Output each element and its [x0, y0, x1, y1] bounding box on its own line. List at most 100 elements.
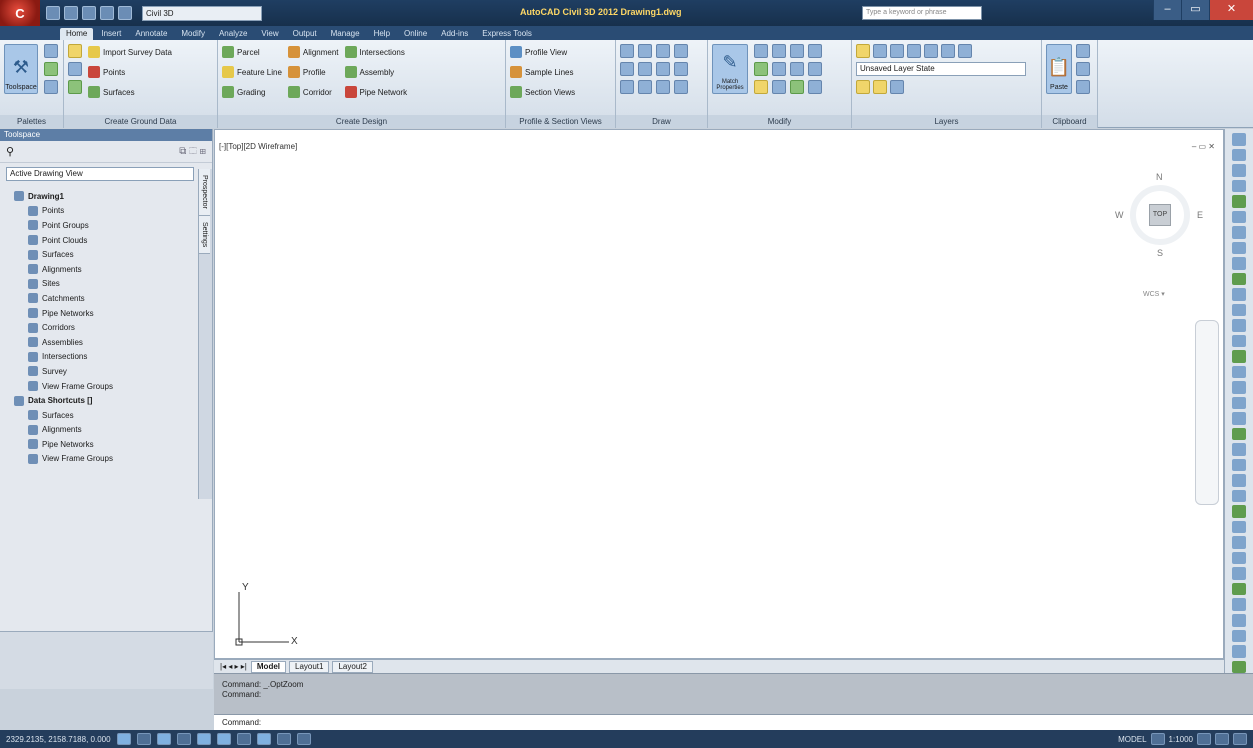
grading-button[interactable]: Grading — [222, 84, 282, 100]
layout-tab-layout2[interactable]: Layout2 — [332, 660, 373, 673]
search-input[interactable]: Type a keyword or phrase — [862, 6, 982, 20]
panel-title-palettes[interactable]: Palettes — [0, 115, 63, 128]
ellipse-icon[interactable] — [620, 80, 634, 94]
drawing-viewport[interactable]: [-][Top][2D Wireframe] – ▭ ✕ TOP N S E W… — [214, 129, 1224, 659]
steering-wheel-icon[interactable] — [1232, 272, 1246, 286]
palette-options-icon[interactable]: ⧉ ⬚ ⊞ — [179, 146, 206, 157]
panel-title-profile[interactable]: Profile & Section Views — [506, 115, 615, 128]
insert-icon[interactable] — [1232, 598, 1246, 611]
copy-base-icon[interactable] — [1076, 80, 1090, 94]
showmotion-icon[interactable] — [1232, 288, 1246, 301]
dynamic-ucs-icon[interactable] — [256, 733, 271, 745]
profile-view-button[interactable]: Profile View — [510, 44, 611, 60]
tree-item[interactable]: Point Clouds — [10, 233, 196, 248]
points-button[interactable]: Points — [88, 64, 172, 80]
zoom-realtime-icon[interactable] — [1232, 350, 1246, 363]
viewcube[interactable]: TOP N S E W — [1115, 170, 1205, 260]
copy-icon[interactable] — [808, 44, 822, 58]
regen-icon[interactable] — [1232, 365, 1246, 379]
vtab-settings[interactable]: Settings — [199, 215, 210, 255]
tab-help[interactable]: Help — [368, 28, 396, 40]
tree-item[interactable]: Drawing1 — [10, 189, 196, 204]
list-icon[interactable] — [1232, 427, 1246, 441]
save-icon[interactable] — [82, 6, 96, 20]
paste-button[interactable]: 📋 Paste — [1046, 44, 1072, 94]
point-draw-icon[interactable] — [620, 62, 634, 76]
redo-icon[interactable] — [118, 6, 132, 20]
layer-off-icon[interactable] — [873, 44, 887, 58]
tree-item[interactable]: Point Groups — [10, 218, 196, 233]
tab-home[interactable]: Home — [60, 28, 94, 40]
surface-icon[interactable] — [68, 80, 82, 94]
navigation-bar[interactable] — [1195, 320, 1219, 505]
properties-icon[interactable] — [1232, 133, 1246, 146]
open-icon[interactable] — [64, 6, 78, 20]
zoom-window-icon[interactable] — [1232, 210, 1246, 224]
distance-icon[interactable] — [1232, 148, 1246, 162]
workspace-select[interactable]: Civil 3D — [142, 5, 262, 21]
offset-icon[interactable] — [790, 80, 804, 94]
tree-item[interactable]: Surfaces — [10, 247, 196, 262]
match-properties-button[interactable]: ✎ Match Properties — [712, 44, 748, 94]
tab-add-ins[interactable]: Add-ins — [435, 28, 474, 40]
panel-title-layers[interactable]: Layers — [852, 115, 1041, 128]
audit-icon[interactable] — [1232, 520, 1246, 534]
tree-item[interactable]: Pipe Networks — [10, 437, 196, 452]
wblock-icon[interactable] — [1232, 629, 1246, 643]
ortho-mode-icon[interactable] — [176, 733, 191, 745]
line-icon[interactable] — [620, 44, 634, 58]
zoom-in-icon[interactable] — [1232, 319, 1246, 332]
arc-icon[interactable] — [656, 44, 670, 58]
quick-view-icon[interactable] — [1150, 733, 1165, 745]
parcel-button[interactable]: Parcel — [222, 44, 282, 60]
intersections-button[interactable]: Intersections — [344, 44, 408, 60]
compass-west[interactable]: W — [1115, 210, 1124, 220]
region-icon[interactable] — [638, 80, 652, 94]
panel-title-clipboard[interactable]: Clipboard — [1042, 115, 1097, 128]
panel-title-design[interactable]: Create Design — [218, 115, 505, 128]
tree-item[interactable]: Alignments — [10, 262, 196, 277]
hatch-icon[interactable] — [656, 62, 670, 76]
move-icon[interactable] — [754, 44, 768, 58]
new-icon[interactable] — [46, 6, 60, 20]
polyline-icon[interactable] — [638, 44, 652, 58]
tab-insert[interactable]: Insert — [95, 28, 127, 40]
rectangle-icon[interactable] — [638, 62, 652, 76]
copy-clip-icon[interactable] — [1076, 62, 1090, 76]
tree-item[interactable]: Corridors — [10, 320, 196, 335]
model-space-toggle[interactable]: MODEL — [1118, 735, 1146, 744]
layer-lock-icon[interactable] — [924, 44, 938, 58]
viewport-controls-label[interactable]: [-][Top][2D Wireframe] — [219, 142, 297, 151]
group-icon[interactable] — [1232, 660, 1246, 674]
calc-icon[interactable] — [1232, 474, 1246, 487]
palette-header[interactable]: Toolspace — [0, 129, 212, 141]
command-input[interactable]: Command: — [214, 714, 1253, 730]
object-snap-tracking-icon[interactable] — [236, 733, 251, 745]
zoom-extents-icon[interactable] — [1232, 195, 1246, 208]
recover-icon[interactable] — [1232, 536, 1246, 549]
toolspace-button[interactable]: ⚒ Toolspace — [4, 44, 38, 94]
close-button[interactable]: ✕ — [1209, 0, 1253, 20]
profile-button[interactable]: Profile — [287, 64, 339, 80]
compass-east[interactable]: E — [1197, 210, 1203, 220]
purge-icon[interactable] — [1232, 505, 1246, 518]
fillet-icon[interactable] — [772, 62, 786, 76]
surfaces-button[interactable]: Surfaces — [88, 84, 172, 100]
tab-analyze[interactable]: Analyze — [213, 28, 253, 40]
compass-south[interactable]: S — [1157, 248, 1163, 258]
polar-tracking-icon[interactable] — [196, 733, 211, 745]
undo-icon[interactable] — [100, 6, 114, 20]
application-menu-button[interactable]: C — [0, 0, 40, 26]
tree-item[interactable]: Points — [10, 204, 196, 219]
attach-icon[interactable] — [1232, 613, 1246, 627]
lock-icon[interactable] — [890, 80, 904, 94]
wcs-menu[interactable]: WCS ▾ — [1143, 290, 1165, 298]
image-icon[interactable] — [1232, 567, 1246, 580]
layout-tab-layout1[interactable]: Layout1 — [289, 660, 330, 673]
tree-item[interactable]: View Frame Groups — [10, 452, 196, 467]
tab-output[interactable]: Output — [287, 28, 323, 40]
block-icon[interactable] — [1232, 582, 1246, 596]
view-select[interactable]: Active Drawing View — [6, 167, 194, 181]
layer-walk-icon[interactable] — [1232, 381, 1246, 394]
section-views-button[interactable]: Section Views — [510, 84, 611, 100]
